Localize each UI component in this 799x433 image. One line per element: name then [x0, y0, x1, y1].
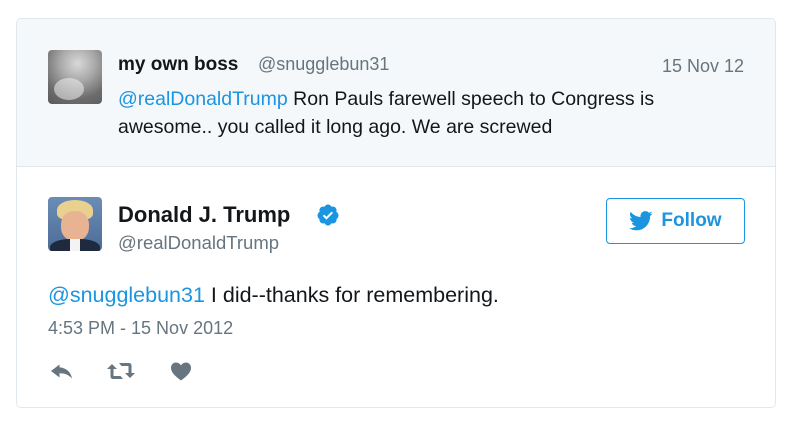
parent-author-name[interactable]: my own boss	[118, 54, 238, 76]
author-avatar[interactable]	[48, 197, 102, 251]
verified-badge-icon	[317, 204, 339, 226]
like-button[interactable]	[169, 359, 193, 383]
tweet-body: I did--thanks for remembering.	[204, 283, 499, 307]
parent-tweet-mention-link[interactable]: @realDonaldTrump	[118, 88, 288, 110]
twitter-bird-icon	[629, 211, 654, 231]
follow-button[interactable]: Follow	[606, 198, 745, 244]
parent-author-handle[interactable]: @snugglebun31	[258, 54, 389, 75]
parent-tweet[interactable]: my own boss @snugglebun31 15 Nov 12 @rea…	[17, 19, 775, 167]
parent-author-avatar[interactable]	[48, 50, 102, 104]
retweet-icon	[107, 363, 135, 379]
parent-tweet-date[interactable]: 15 Nov 12	[662, 56, 744, 77]
reply-icon	[51, 364, 72, 379]
tweet-mention-link[interactable]: @snugglebun31	[48, 283, 205, 307]
like-heart-icon	[171, 362, 191, 381]
reply-button[interactable]	[48, 359, 76, 383]
author-name[interactable]: Donald J. Trump	[118, 202, 290, 228]
tweet-timestamp[interactable]: 4:53 PM - 15 Nov 2012	[48, 318, 233, 339]
follow-button-label: Follow	[661, 210, 722, 231]
author-handle[interactable]: @realDonaldTrump	[118, 232, 279, 254]
tweet-text: @snugglebun31 I did--thanks for remember…	[48, 283, 499, 308]
embedded-tweet-card: my own boss @snugglebun31 15 Nov 12 @rea…	[16, 18, 776, 408]
parent-tweet-text: @realDonaldTrump Ron Pauls farewell spee…	[118, 85, 738, 141]
retweet-button[interactable]	[106, 359, 136, 383]
